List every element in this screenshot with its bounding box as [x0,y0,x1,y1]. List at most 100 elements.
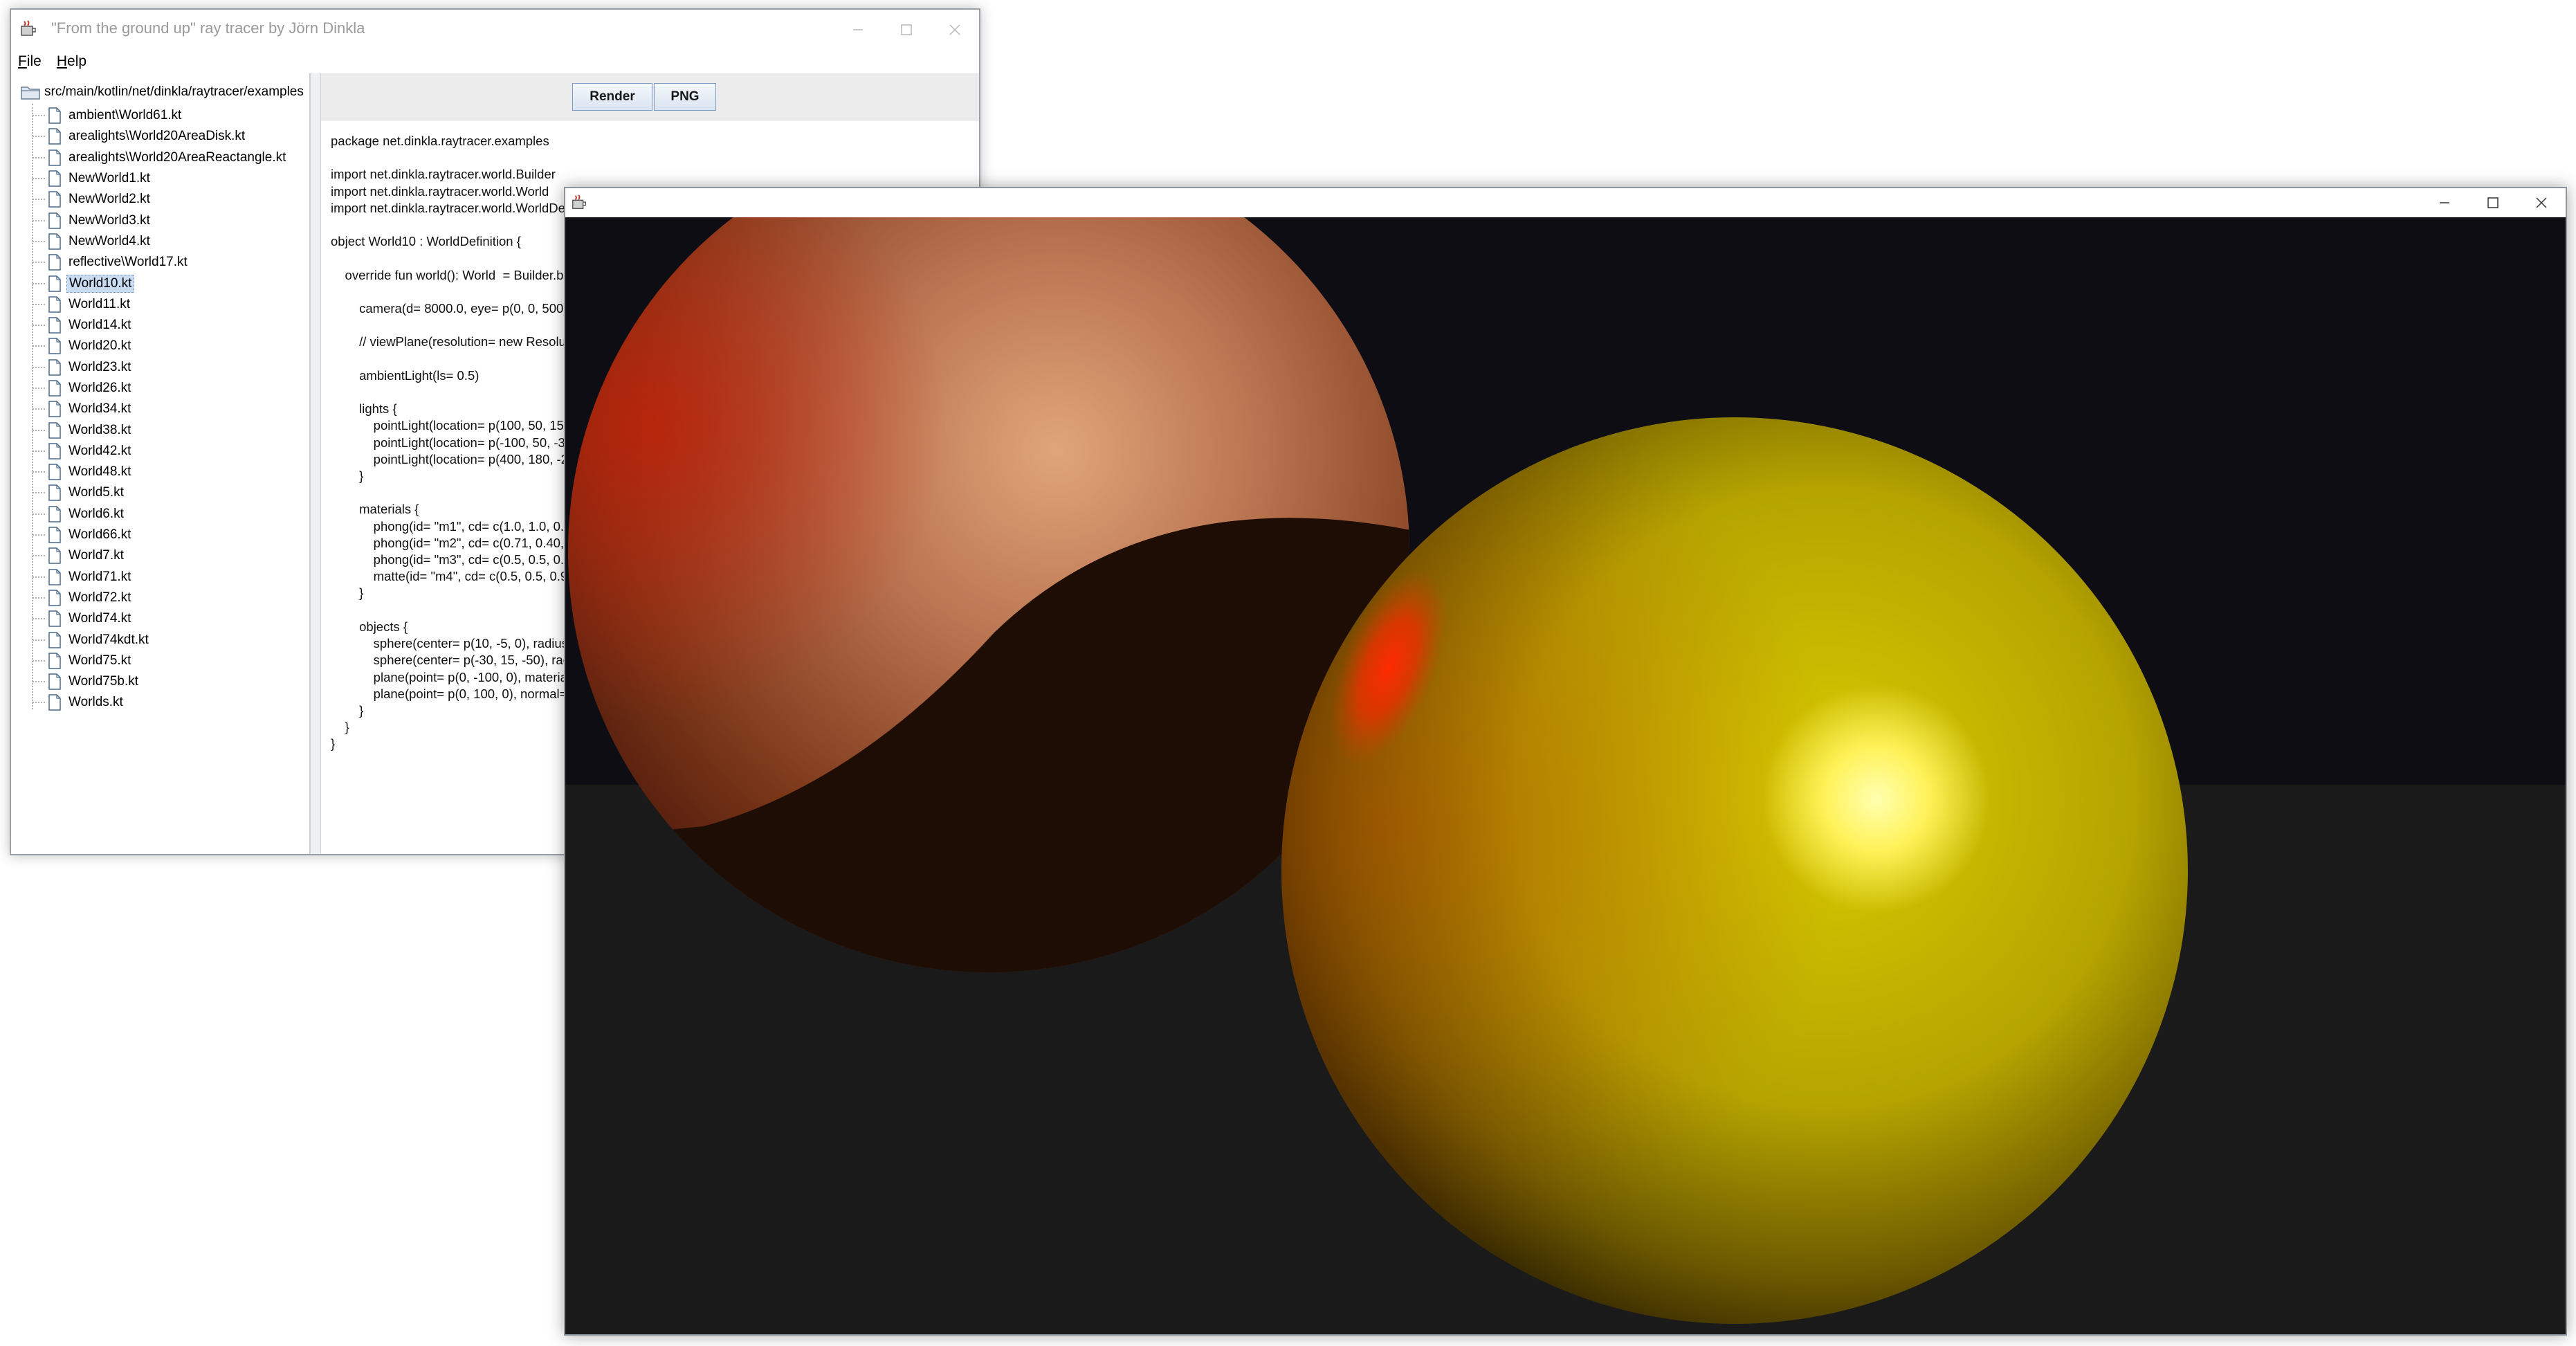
tree-item-label: World74kdt.kt [68,632,149,647]
folder-icon [21,87,40,100]
tree-item[interactable]: World11.kt [21,294,304,315]
java-coffee-icon [572,194,587,210]
code-editor[interactable]: package net.dinkla.raytracer.examples im… [331,133,578,753]
tree-connector [33,471,45,473]
tree-item-label: Worlds.kt [68,695,123,710]
menu-file-mnemonic: F [18,53,27,69]
tree-item-label: World10.kt [66,274,135,293]
file-icon [48,380,61,397]
file-icon [48,170,61,187]
tree-item-label: World72.kt [68,590,131,605]
rendered-scene [565,217,2566,1334]
tree-item-label: World48.kt [68,464,131,480]
tree-connector [33,325,45,327]
tree-item[interactable]: World38.kt [21,419,304,440]
tree-item[interactable]: World71.kt [21,567,304,588]
tree-connector [33,219,45,221]
tree-item[interactable]: World20.kt [21,336,304,356]
tree-item[interactable]: reflective\World17.kt [21,252,304,273]
close-icon [949,24,960,35]
tree-item-label: World75b.kt [68,674,139,689]
split-pane-divider[interactable] [310,73,321,854]
main-titlebar[interactable]: "From the ground up" ray tracer by Jörn … [11,10,979,50]
tree-item[interactable]: World14.kt [21,315,304,336]
tree-connector [33,492,45,494]
minimize-button[interactable] [834,10,882,50]
file-icon [48,653,61,669]
close-button[interactable] [931,10,979,50]
tree-item[interactable]: World23.kt [21,357,304,378]
render-close-button[interactable] [2517,188,2566,217]
file-icon [48,590,61,606]
render-button[interactable]: Render [572,83,652,111]
file-icon [48,254,61,271]
tree-list: ambient\World61.kt arealights\World20Area… [21,105,304,713]
tree-item[interactable]: World74.kt [21,608,304,629]
file-icon [48,694,61,711]
file-icon [48,317,61,334]
tree-item[interactable]: World75.kt [21,651,304,671]
tree-connector [33,115,45,117]
tree-item[interactable]: World42.kt [21,441,304,462]
tree-item[interactable]: ambient\World61.kt [21,105,304,126]
tree-connector [33,450,45,452]
window-title: "From the ground up" ray tracer by Jörn … [51,19,365,37]
render-canvas [565,217,2566,1334]
tree-item[interactable]: World5.kt [21,482,304,503]
file-icon [48,107,61,124]
tree-item-label: World26.kt [68,381,131,395]
tree-item-label: World34.kt [68,401,131,417]
menu-help-mnemonic: H [56,53,68,69]
minimize-icon [2440,202,2449,203]
file-icon [48,338,61,355]
tree-root[interactable]: src/main/kotlin/net/dinkla/raytracer/exa… [21,83,304,101]
tree-item[interactable]: World74kdt.kt [21,629,304,650]
maximize-button[interactable] [882,10,931,50]
tree-item[interactable]: Worlds.kt [21,692,304,713]
tree-item-label: World23.kt [68,359,131,374]
tree-item[interactable]: World26.kt [21,378,304,399]
minimize-icon [853,29,863,30]
file-tree[interactable]: src/main/kotlin/net/dinkla/raytracer/exa… [11,73,310,854]
tree-connector [33,156,45,158]
tree-item-label: World20.kt [68,338,131,354]
tree-item[interactable]: World34.kt [21,399,304,419]
tree-item[interactable]: World10.kt [21,273,304,293]
tree-item-label: arealights\World20AreaReactangle.kt [68,149,286,165]
tree-item[interactable]: World48.kt [21,462,304,482]
tree-item-label: World6.kt [68,506,124,521]
file-icon [48,358,61,376]
tree-item-label: World5.kt [68,485,124,500]
tree-connector [33,136,45,138]
tree-item[interactable]: NewWorld2.kt [21,189,304,210]
file-icon [48,631,61,648]
png-button[interactable]: PNG [654,83,716,111]
render-maximize-button[interactable] [2469,188,2517,217]
menu-help[interactable]: Help [57,53,86,70]
tree-item[interactable]: World6.kt [21,504,304,525]
tree-connector [33,282,45,284]
tree-item[interactable]: NewWorld3.kt [21,210,304,230]
tree-connector [33,388,45,389]
render-window [564,187,2567,1336]
render-titlebar[interactable] [565,188,2566,217]
tree-item-label: reflective\World17.kt [68,255,188,270]
tree-item-label: World11.kt [68,296,131,311]
tree-connector [33,639,45,641]
tree-item-label: NewWorld2.kt [68,192,150,207]
file-icon [48,464,61,480]
tree-item[interactable]: arealights\World20AreaDisk.kt [21,126,304,147]
tree-item[interactable]: NewWorld1.kt [21,168,304,189]
file-icon [48,191,61,208]
tree-item[interactable]: World7.kt [21,545,304,566]
tree-item[interactable]: arealights\World20AreaReactangle.kt [21,147,304,168]
file-icon [48,401,61,418]
menu-file[interactable]: File [18,53,42,70]
file-icon [48,233,61,250]
file-icon [48,547,61,565]
tree-item[interactable]: NewWorld4.kt [21,231,304,252]
tree-item[interactable]: World66.kt [21,525,304,545]
tree-item[interactable]: World72.kt [21,588,304,608]
tree-item[interactable]: World75b.kt [21,671,304,692]
render-minimize-button[interactable] [2420,188,2469,217]
